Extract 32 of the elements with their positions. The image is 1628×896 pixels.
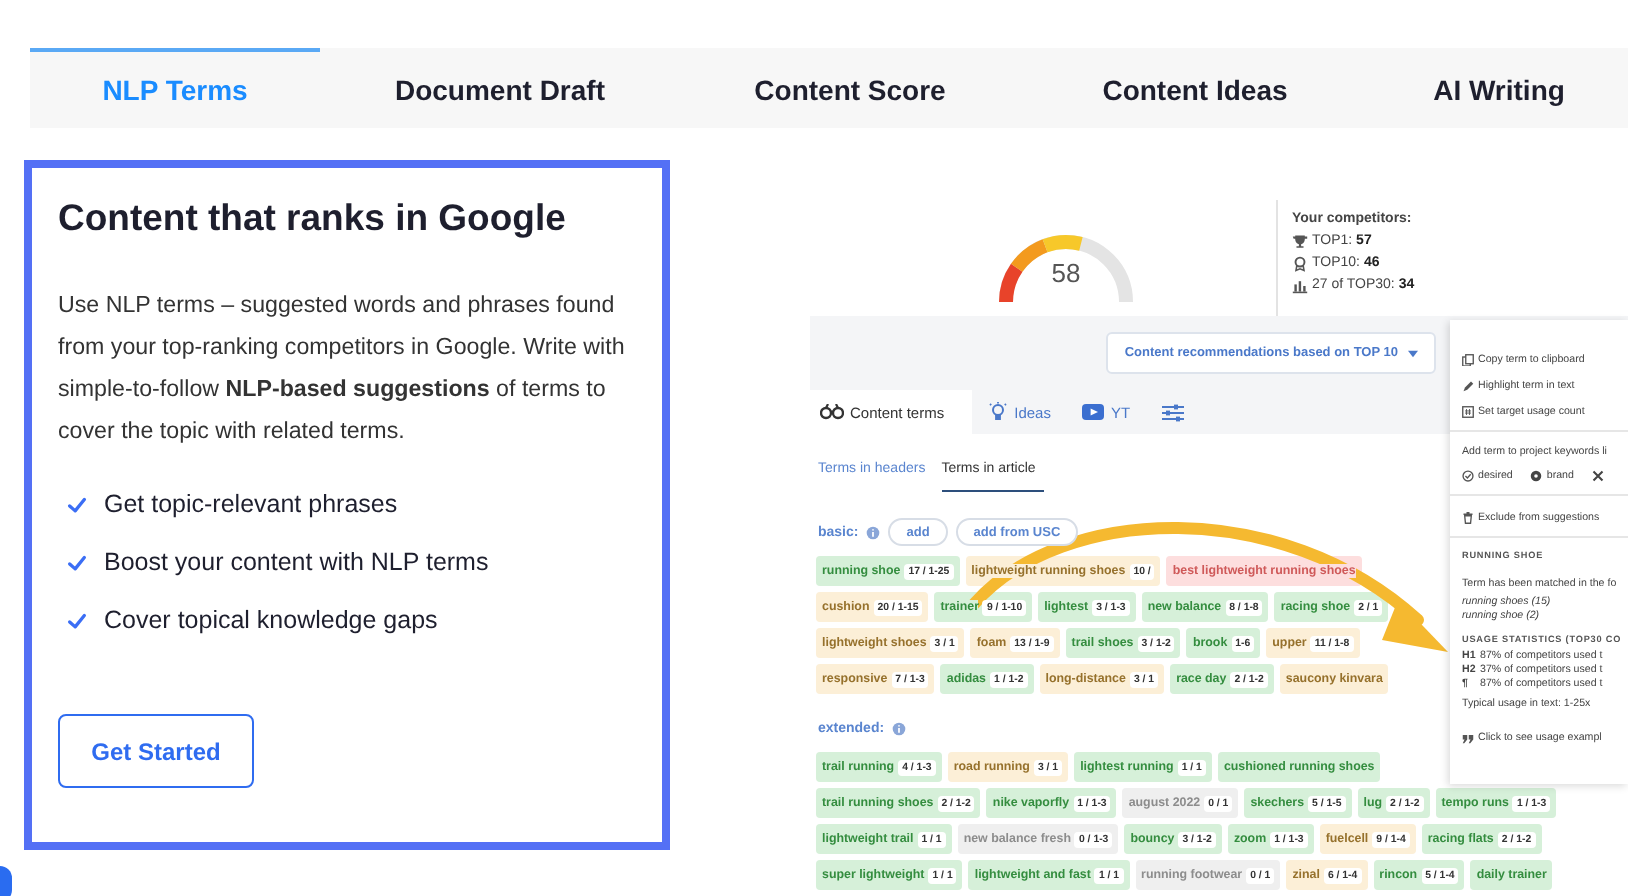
circle-check-icon <box>1462 470 1474 482</box>
score-value: 58 <box>1049 258 1083 288</box>
video-icon <box>1082 404 1105 420</box>
feature-text: Boost your content with NLP terms <box>104 546 489 580</box>
lightbulb-icon <box>988 402 1009 422</box>
number-box-icon <box>1462 405 1474 417</box>
check-icon <box>66 610 88 632</box>
cross-icon <box>1591 470 1604 482</box>
trophy-icon <box>1292 233 1308 249</box>
nav-tab[interactable]: Content Score <box>680 48 1020 128</box>
card-description: Use NLP terms – suggested words and phrases found from your top-ranking competitors in Google. Write with simple-to-follow NLP-based suggestions of terms to cover the topic with related terms. <box>58 290 627 448</box>
info-icon <box>892 721 907 735</box>
get-started-button[interactable]: Get Started <box>58 714 254 788</box>
nav-tab[interactable]: Content Ideas <box>1020 48 1370 128</box>
sliders-icon <box>1162 403 1185 421</box>
feature-text: Cover topical knowledge gaps <box>104 604 438 638</box>
card-heading: Content that ranks in Google <box>58 196 568 240</box>
rings-icon <box>820 404 844 420</box>
nav-tab[interactable]: AI Writing <box>1370 48 1628 128</box>
caret-icon <box>1408 349 1418 357</box>
trash-icon <box>1462 511 1474 523</box>
check-icon <box>66 494 88 516</box>
floating-button[interactable] <box>0 866 12 896</box>
badge-icon <box>1530 470 1543 482</box>
medal-icon <box>1292 255 1308 271</box>
bar-chart-icon <box>1292 277 1308 293</box>
copy-icon <box>1462 353 1474 365</box>
nav-tab[interactable]: Document Draft <box>320 48 680 128</box>
feature-text: Get topic-relevant phrases <box>104 488 398 522</box>
info-icon <box>866 525 881 539</box>
quote-icon <box>1462 731 1474 743</box>
check-icon <box>66 552 88 574</box>
